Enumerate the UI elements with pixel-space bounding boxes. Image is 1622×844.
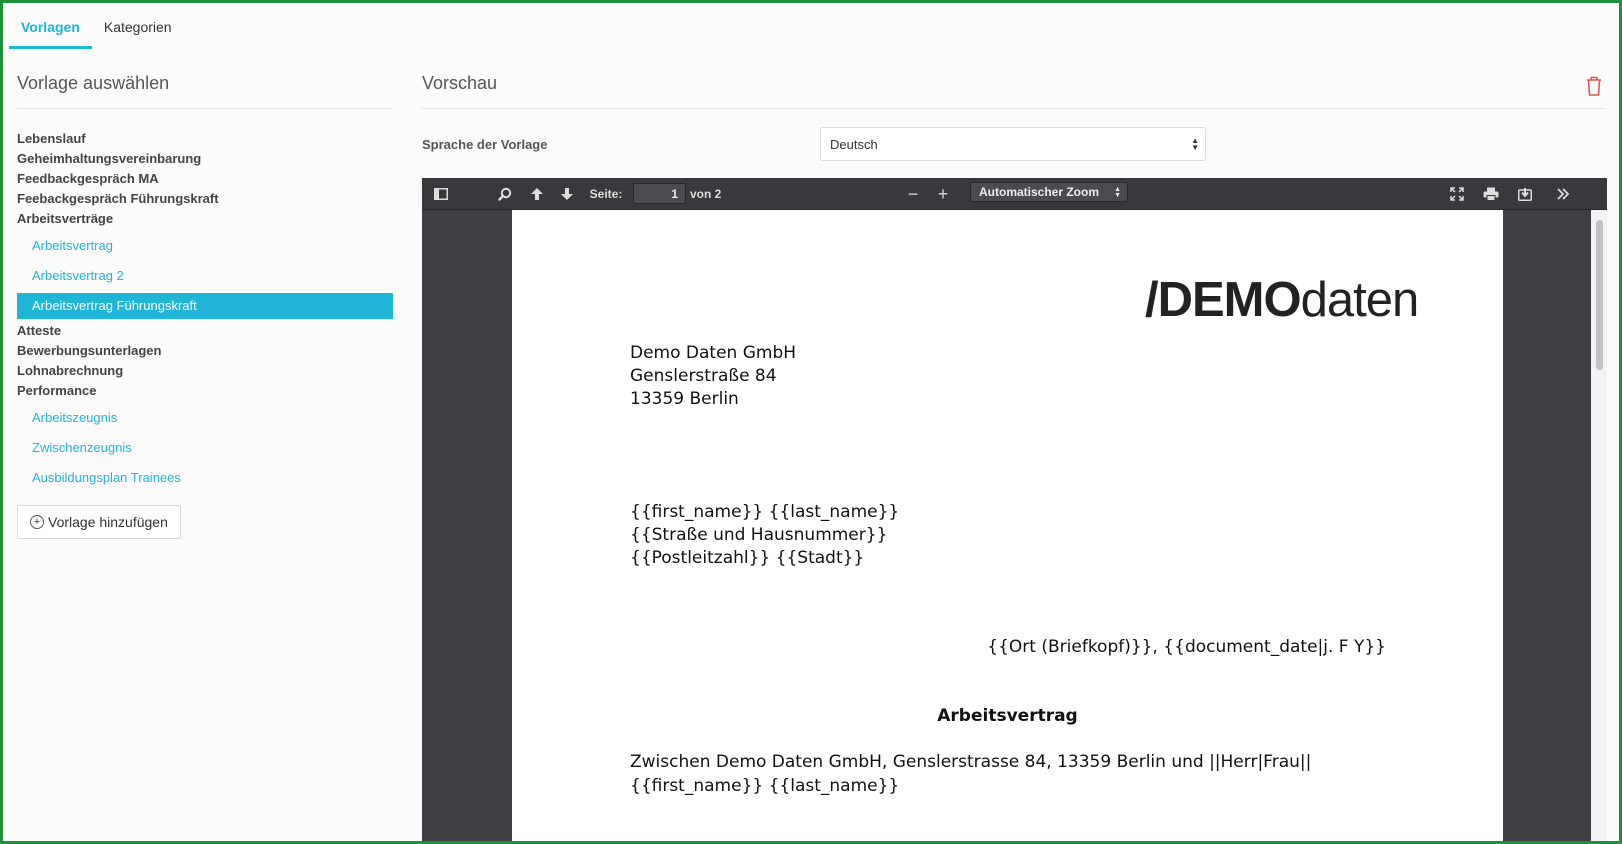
recipient-line-2: {{Straße und Hausnummer}}: [630, 525, 888, 545]
template-arbeitszeugnis[interactable]: Arbeitszeugnis: [17, 403, 393, 433]
select-arrows-icon: ▲ ▼: [1191, 136, 1199, 152]
category-feedback-fuehrungskraft[interactable]: Feebackgespräch Führungskraft: [17, 189, 393, 209]
template-select-panel: Vorlage auswählen Lebenslauf Geheimhaltu…: [17, 73, 393, 539]
preview-title: Vorschau: [422, 73, 1605, 109]
pdf-toolbar: Seite: 1 von 2 − + Automatischer Zoom ▲ ▼: [422, 178, 1607, 210]
pdf-viewer: Seite: 1 von 2 − + Automatischer Zoom ▲ ▼: [422, 178, 1607, 841]
add-template-label: Vorlage hinzufügen: [48, 514, 168, 530]
category-bewerbungsunterlagen[interactable]: Bewerbungsunterlagen: [17, 341, 393, 361]
language-value: Deutsch: [830, 137, 878, 152]
add-template-button[interactable]: + Vorlage hinzufügen: [17, 505, 181, 539]
category-lohnabrechnung[interactable]: Lohnabrechnung: [17, 361, 393, 381]
fullscreen-icon[interactable]: [1446, 178, 1468, 210]
body-line-1: Zwischen Demo Daten GmbH, Genslerstrasse…: [630, 752, 1312, 772]
template-arbeitsvertrag-fuehrungskraft[interactable]: Arbeitsvertrag Führungskraft: [17, 293, 393, 319]
category-feedback-ma[interactable]: Feedbackgespräch MA: [17, 169, 393, 189]
arrow-up-icon[interactable]: [526, 178, 548, 210]
template-arbeitsvertrag-2[interactable]: Arbeitsvertrag 2: [17, 261, 393, 291]
template-zwischenzeugnis[interactable]: Zwischenzeugnis: [17, 433, 393, 463]
recipient-line-3: {{Postleitzahl}} {{Stadt}}: [630, 548, 865, 568]
category-atteste[interactable]: Atteste: [17, 321, 393, 341]
app-frame: Vorlagen Kategorien Vorlage auswählen Le…: [0, 0, 1622, 844]
page-label: Seite:: [589, 187, 623, 201]
zoom-arrows-icon: ▲ ▼: [1114, 186, 1121, 199]
body-paragraph: Zwischen Demo Daten GmbH, Genslerstrasse…: [630, 750, 1386, 798]
language-label: Sprache der Vorlage: [422, 137, 548, 152]
page-number-input[interactable]: 1: [633, 183, 686, 204]
category-arbeitsvertraege[interactable]: Arbeitsverträge: [17, 209, 393, 229]
tab-bar: Vorlagen Kategorien: [9, 15, 184, 49]
zoom-value: Automatischer Zoom: [979, 185, 1100, 199]
recipient-line-1: {{first_name}} {{last_name}}: [630, 502, 900, 522]
sender-line-3: 13359 Berlin: [630, 389, 739, 409]
trash-icon[interactable]: [1585, 75, 1603, 97]
template-ausbildungsplan[interactable]: Ausbildungsplan Trainees: [17, 463, 393, 493]
category-geheimhaltung[interactable]: Geheimhaltungsvereinbarung: [17, 149, 393, 169]
body-line-2: {{first_name}} {{last_name}}: [630, 776, 900, 796]
pdf-page: /DEMOdaten Demo Daten GmbH Genslerstraße…: [512, 210, 1503, 841]
zoom-select[interactable]: Automatischer Zoom ▲ ▼: [970, 182, 1128, 202]
scrollbar-thumb[interactable]: [1596, 220, 1603, 370]
tools-menu-icon[interactable]: [1552, 178, 1574, 210]
document-title: Arbeitsvertrag: [937, 706, 1078, 726]
category-lebenslauf[interactable]: Lebenslauf: [17, 129, 393, 149]
preview-title-text: Vorschau: [422, 73, 498, 93]
logo-bold-text: /DEMO: [1145, 273, 1302, 327]
language-select[interactable]: Deutsch ▲ ▼: [820, 127, 1206, 161]
arrow-down-icon[interactable]: [556, 178, 578, 210]
zoom-in-button[interactable]: +: [932, 178, 954, 210]
plus-circle-icon: +: [30, 515, 44, 529]
company-logo: /DEMOdaten: [1145, 272, 1420, 328]
preview-panel: Vorschau Sprache der Vorlage Deutsch ▲ ▼: [422, 73, 1605, 167]
search-icon[interactable]: [494, 178, 516, 210]
zoom-out-button[interactable]: −: [902, 178, 924, 210]
page-total: von 2: [690, 187, 722, 201]
template-list: Lebenslauf Geheimhaltungsvereinbarung Fe…: [17, 129, 393, 493]
print-icon[interactable]: [1480, 178, 1502, 210]
sidebar-toggle-icon[interactable]: [430, 178, 452, 210]
download-icon[interactable]: [1514, 178, 1536, 210]
logo-light-text: daten: [1300, 273, 1420, 327]
sender-line-2: Genslerstraße 84: [630, 366, 777, 386]
tab-kategorien[interactable]: Kategorien: [92, 15, 184, 49]
category-performance[interactable]: Performance: [17, 381, 393, 401]
tab-vorlagen[interactable]: Vorlagen: [9, 15, 92, 49]
template-arbeitsvertrag[interactable]: Arbeitsvertrag: [17, 231, 393, 261]
sender-line-1: Demo Daten GmbH: [630, 343, 797, 363]
template-select-title: Vorlage auswählen: [17, 73, 393, 109]
date-line: {{Ort (Briefkopf)}}, {{document_date|j. …: [987, 637, 1386, 657]
language-row: Sprache der Vorlage Deutsch ▲ ▼: [422, 127, 1605, 167]
